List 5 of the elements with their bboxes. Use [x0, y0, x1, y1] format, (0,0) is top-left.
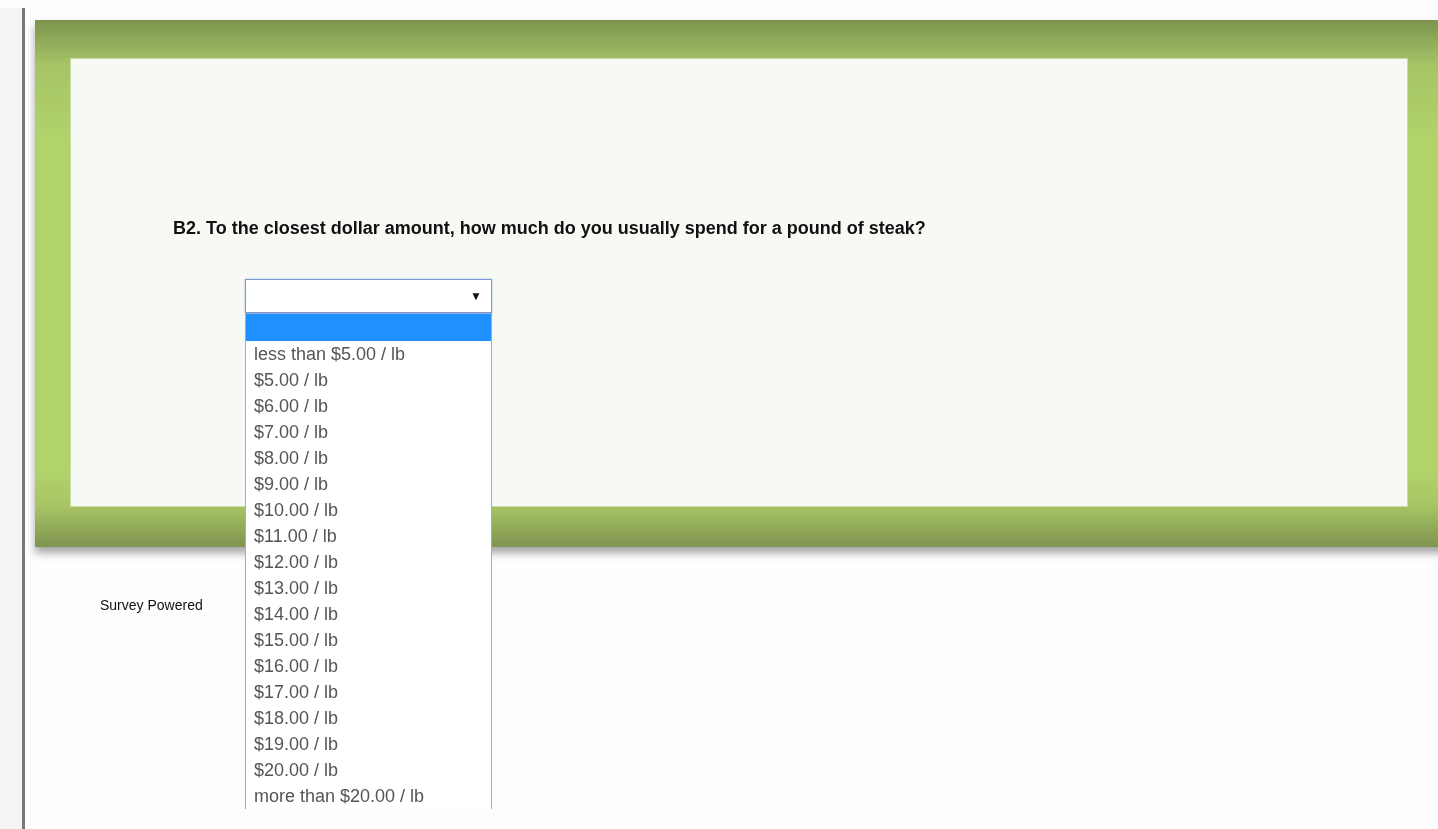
dropdown-option[interactable] — [246, 314, 491, 341]
caret-icon: ▼ — [470, 289, 482, 303]
footer-text: Survey Powered — [100, 597, 204, 613]
answer-dropdown[interactable]: ▼ — [245, 279, 492, 313]
question-text: B2. To the closest dollar amount, how much do you usually spend for a pound of steak? — [173, 218, 927, 239]
